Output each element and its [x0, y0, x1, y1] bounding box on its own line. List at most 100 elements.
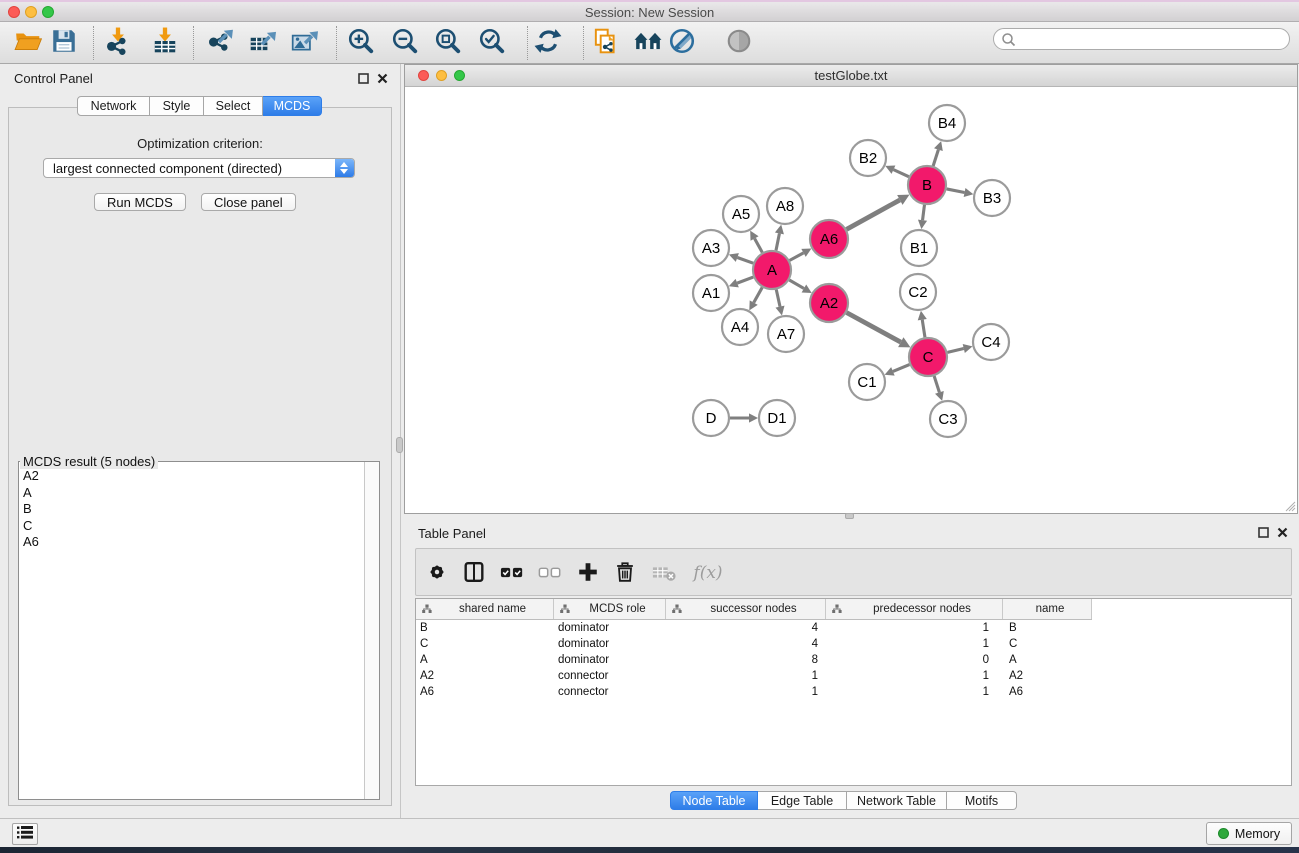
table-row-a6[interactable]: A6connector11A6 [416, 684, 1092, 700]
refresh-view-button[interactable] [531, 25, 565, 59]
export-network-button[interactable] [203, 25, 237, 59]
close-panel-icon[interactable] [1277, 527, 1288, 538]
table-cell: C [416, 636, 554, 652]
mcds-result-item-a[interactable]: A [19, 485, 363, 502]
zoom-fit-button[interactable] [431, 25, 465, 59]
scrollbar-fragment[interactable] [845, 513, 854, 519]
criterion-select[interactable]: largest connected component (directed) [43, 158, 355, 178]
column-header-shared-name[interactable]: shared name [416, 599, 554, 619]
show-columns-button[interactable] [459, 559, 489, 587]
column-header-successor-nodes[interactable]: successor nodes [666, 599, 826, 619]
graph-node-label-B: B [922, 177, 932, 194]
table-cell: 1 [826, 636, 1003, 652]
float-panel-icon[interactable] [358, 73, 369, 84]
table-cell: 8 [666, 652, 826, 668]
graph-edge-arrowhead [918, 220, 927, 230]
zoom-selected-button[interactable] [475, 25, 509, 59]
mcds-result-title: MCDS result (5 nodes) [20, 454, 158, 469]
graph-edge-A-A2[interactable] [789, 280, 804, 288]
column-header-mcds-role[interactable]: MCDS role [554, 599, 666, 619]
graph-edge-A-A8[interactable] [776, 233, 779, 250]
graph-edge-C-C2[interactable] [922, 320, 925, 338]
tab-motifs[interactable]: Motifs [947, 791, 1017, 810]
delete-column-button[interactable] [610, 559, 640, 587]
tab-network-table[interactable]: Network Table [847, 791, 947, 810]
tab-select[interactable]: Select [204, 96, 263, 116]
close-panel-button[interactable]: Close panel [201, 193, 296, 211]
column-header-predecessor-nodes[interactable]: predecessor nodes [826, 599, 1003, 619]
graph-edge-A6-B[interactable] [847, 200, 900, 229]
zoom-in-button[interactable] [344, 25, 378, 59]
zoom-selected-icon [478, 27, 506, 55]
graph-edge-arrowhead [964, 188, 974, 197]
show-hidden-button[interactable] [722, 25, 756, 59]
tab-edge-table[interactable]: Edge Table [758, 791, 847, 810]
deselect-all-button[interactable] [535, 559, 565, 587]
search-input[interactable] [1020, 30, 1282, 48]
close-panel-icon[interactable] [377, 73, 388, 84]
table-row-a[interactable]: Adominator80A [416, 652, 1092, 668]
graph-edge-B-B3[interactable] [947, 189, 965, 193]
mcds-result-item-b[interactable]: B [19, 501, 363, 518]
open-session-button[interactable] [11, 25, 45, 59]
scrollbar-fragment[interactable] [396, 437, 403, 453]
import-network-button[interactable] [101, 25, 135, 59]
graph-edge-C-C3[interactable] [934, 376, 939, 392]
column-header-name[interactable]: name [1003, 599, 1092, 619]
export-table-button[interactable] [245, 25, 279, 59]
table-options-button[interactable] [422, 559, 452, 587]
table-cell: A6 [1003, 684, 1092, 700]
graph-edge-A-A6[interactable] [790, 253, 804, 261]
network-window-titlebar[interactable]: testGlobe.txt [405, 65, 1297, 87]
network-canvas[interactable]: B4B2BB3A8A5A6A3B1AA1C2A2A4A7C4CC1C3DD1 [405, 87, 1297, 513]
gear-icon [425, 560, 449, 584]
mcds-result-list: A2ABCA6 [19, 468, 363, 798]
float-panel-icon[interactable] [1258, 527, 1269, 538]
zoom-out-button[interactable] [388, 25, 422, 59]
attribute-tree-icon [422, 604, 432, 614]
graph-edge-A-A7[interactable] [776, 290, 780, 307]
save-session-button[interactable] [47, 25, 81, 59]
mcds-result-item-c[interactable]: C [19, 518, 363, 535]
graph-edge-A-A3[interactable] [737, 257, 753, 263]
graph-edge-A-A1[interactable] [737, 277, 753, 283]
graph-edge-B-B2[interactable] [893, 170, 908, 177]
table-cell: dominator [554, 652, 666, 668]
mcds-result-item-a2[interactable]: A2 [19, 468, 363, 485]
graph-edge-A-A5[interactable] [755, 238, 763, 252]
add-column-button[interactable] [573, 559, 603, 587]
table-cell: 1 [826, 668, 1003, 684]
table-cell: connector [554, 668, 666, 684]
import-table-button[interactable] [148, 25, 182, 59]
graph-edge-B-B1[interactable] [923, 205, 925, 220]
mcds-result-item-a6[interactable]: A6 [19, 534, 363, 551]
home-button[interactable] [631, 25, 665, 59]
graph-edge-A-A4[interactable] [754, 287, 763, 302]
tab-network[interactable]: Network [77, 96, 150, 116]
zoom-fit-icon [434, 27, 462, 55]
select-all-button[interactable] [497, 559, 527, 587]
table-row-b[interactable]: Bdominator41B [416, 620, 1092, 636]
graph-edge-C-C4[interactable] [947, 348, 963, 352]
copy-network-button[interactable] [588, 25, 622, 59]
hide-annotations-button[interactable] [665, 25, 699, 59]
attribute-tree-icon [832, 604, 842, 614]
attribute-tree-icon [672, 604, 682, 614]
graph-edge-C-C1[interactable] [893, 365, 910, 372]
resize-grip-icon[interactable] [1283, 499, 1296, 512]
run-mcds-button[interactable]: Run MCDS [94, 193, 186, 211]
apply-function-button[interactable]: f(x) [688, 559, 728, 587]
mcds-list-scrollbar[interactable] [364, 462, 379, 799]
table-row-c[interactable]: Cdominator41C [416, 636, 1092, 652]
delete-table-button[interactable] [649, 559, 679, 587]
export-image-button[interactable] [287, 25, 321, 59]
table-row-a2[interactable]: A2connector11A2 [416, 668, 1092, 684]
tools-list-button[interactable] [12, 823, 38, 845]
graph-edge-A2-C[interactable] [847, 313, 901, 343]
tab-style[interactable]: Style [150, 96, 204, 116]
graph-edge-B-B4[interactable] [933, 150, 938, 166]
memory-button[interactable]: Memory [1206, 822, 1292, 845]
tab-mcds[interactable]: MCDS [263, 96, 322, 116]
tab-node-table[interactable]: Node Table [670, 791, 758, 810]
open-folder-icon [14, 27, 42, 55]
